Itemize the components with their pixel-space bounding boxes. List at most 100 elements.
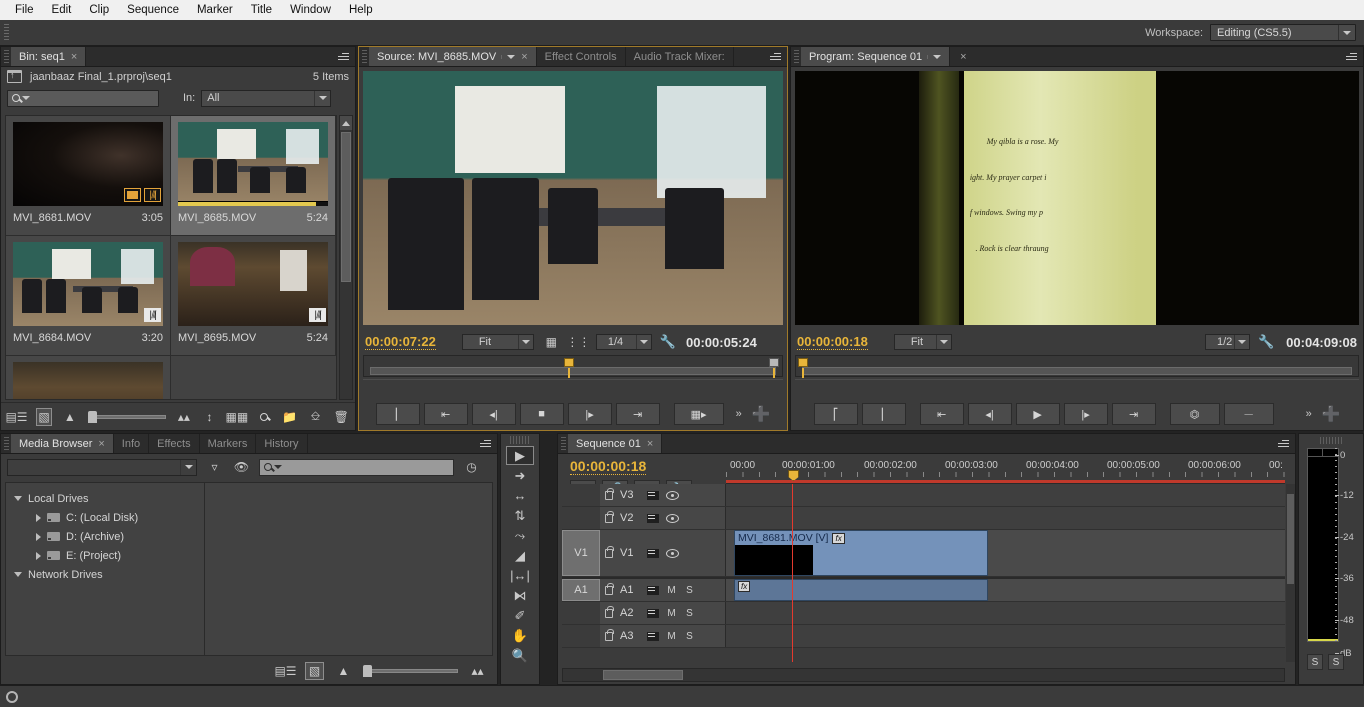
track-select-tool-icon[interactable]: ➜: [506, 466, 534, 485]
track-output-icon[interactable]: [647, 513, 659, 523]
chevron-down-icon[interactable]: [1233, 335, 1249, 349]
tab-sequence-01[interactable]: Sequence 01 ×: [568, 434, 663, 453]
scrubber-track[interactable]: [802, 367, 1352, 375]
thumbnail-scrubber[interactable]: [178, 201, 328, 206]
zoom-tool-icon[interactable]: 🔍: [506, 646, 534, 665]
lock-icon[interactable]: [605, 605, 614, 618]
find-icon[interactable]: [256, 408, 272, 426]
more-options-icon[interactable]: »: [736, 408, 742, 420]
chevron-down-icon[interactable]: [1338, 25, 1355, 40]
workspace-selector[interactable]: Editing (CS5.5): [1210, 24, 1356, 41]
panel-grip-icon[interactable]: [510, 436, 530, 444]
source-scrubber[interactable]: [363, 355, 783, 378]
parent-folder-icon[interactable]: [7, 70, 22, 83]
thumbnail-zoom-slider[interactable]: [363, 665, 458, 677]
tree-item-local-drives[interactable]: Local Drives: [6, 489, 204, 508]
track-row-a2[interactable]: A2 M S: [562, 602, 1285, 625]
panel-grip-icon[interactable]: [1320, 437, 1342, 444]
panel-grip-icon[interactable]: [4, 50, 9, 63]
track-content-a3[interactable]: [726, 625, 1285, 647]
chevron-down-icon[interactable]: [927, 54, 942, 59]
media-browser-panel-menu-button[interactable]: [474, 434, 497, 453]
bin-clip-item[interactable]: MVI_8685.MOV 5:24: [171, 116, 336, 236]
track-content-v1[interactable]: MVI_8681.MOV [V] fx: [726, 530, 1285, 576]
close-icon[interactable]: ×: [521, 51, 527, 63]
lock-icon[interactable]: [605, 545, 614, 558]
delete-icon[interactable]: 🗑: [333, 408, 349, 426]
track-header-v1[interactable]: V1: [600, 530, 726, 576]
zoom-out-icon[interactable]: ▲: [334, 662, 353, 680]
audio-waveform-icon[interactable]: ⋮⋮: [566, 333, 590, 351]
chevron-down-icon[interactable]: [936, 335, 951, 349]
button-editor-icon[interactable]: ➕: [752, 405, 771, 423]
set-in-point-button[interactable]: ⎢: [375, 403, 420, 425]
go-to-out-button[interactable]: ⇥: [1111, 403, 1156, 425]
source-target-v2[interactable]: [562, 507, 600, 529]
timeline-horizontal-scrollbar[interactable]: [562, 668, 1285, 682]
timeline-panel-menu-button[interactable]: [1272, 434, 1295, 453]
track-row-v2[interactable]: V2: [562, 507, 1285, 530]
menu-item-file[interactable]: File: [6, 2, 43, 18]
track-header-v2[interactable]: V2: [600, 507, 726, 529]
solo-button[interactable]: S: [684, 631, 695, 642]
source-quality-selector[interactable]: 1/4: [595, 334, 652, 350]
source-monitor-video[interactable]: [363, 71, 783, 325]
track-row-v3[interactable]: V3: [562, 484, 1285, 507]
ripple-edit-tool-icon[interactable]: ↔: [506, 486, 534, 505]
scrollbar-thumb[interactable]: [603, 670, 683, 680]
scrollbar-thumb[interactable]: [341, 132, 351, 282]
close-icon[interactable]: ×: [647, 438, 653, 450]
bin-clip-item[interactable]: |⦀| MVI_8681.MOV 3:05: [6, 116, 171, 236]
audio-waveform-badge-icon[interactable]: |⦀|: [309, 308, 326, 322]
new-bin-icon[interactable]: 📁: [282, 408, 298, 426]
go-to-in-button[interactable]: ⇤: [919, 403, 964, 425]
menu-item-edit[interactable]: Edit: [43, 2, 81, 18]
settings-wrench-icon[interactable]: 🔧: [1258, 334, 1274, 350]
lock-icon[interactable]: [605, 510, 614, 523]
lock-icon[interactable]: [605, 487, 614, 500]
lock-icon[interactable]: [605, 628, 614, 641]
audio-waveform-badge-icon[interactable]: |⦀|: [144, 308, 161, 322]
pen-tool-icon[interactable]: ✐: [506, 606, 534, 625]
settings-wrench-icon[interactable]: 🔧: [660, 334, 676, 350]
new-item-icon[interactable]: ⎒: [308, 408, 324, 426]
slide-tool-icon[interactable]: ⧑: [506, 586, 534, 605]
eye-icon[interactable]: 👁: [232, 458, 251, 476]
tab-program-monitor[interactable]: Program: Sequence 01: [801, 47, 951, 66]
menu-item-clip[interactable]: Clip: [80, 2, 118, 18]
media-browser-search-input[interactable]: [259, 458, 454, 476]
tab-effects[interactable]: Effects: [149, 434, 200, 453]
meter-solo-button-left[interactable]: S: [1307, 654, 1323, 670]
tab-markers[interactable]: Markers: [199, 434, 257, 453]
timeline-ruler[interactable]: 00:00 00:00:01:00 00:00:02:00 00:00:03:0…: [726, 458, 1285, 484]
close-icon[interactable]: ×: [960, 51, 966, 63]
chevron-right-icon[interactable]: [36, 513, 41, 522]
more-options-icon[interactable]: »: [1306, 408, 1312, 420]
zoom-out-icon[interactable]: ▲: [62, 408, 78, 426]
solo-button[interactable]: S: [684, 608, 695, 619]
chevron-right-icon[interactable]: [36, 532, 41, 541]
tree-item-drive-e[interactable]: E: (Project): [6, 546, 204, 565]
timeline-vertical-scrollbar[interactable]: [1286, 484, 1295, 662]
source-target-v1[interactable]: V1: [562, 530, 600, 576]
chevron-down-icon[interactable]: [517, 335, 533, 349]
bin-panel-menu-button[interactable]: [332, 47, 355, 66]
menu-item-title[interactable]: Title: [242, 2, 281, 18]
timeline-playhead-timecode[interactable]: 00:00:00:18: [570, 458, 647, 475]
icon-view-icon[interactable]: ▧: [36, 407, 53, 426]
track-row-a3[interactable]: A3 M S: [562, 625, 1285, 648]
tab-bin-seq1[interactable]: Bin: seq1 ×: [11, 47, 87, 66]
fx-badge-icon[interactable]: fx: [738, 581, 751, 592]
tab-source-monitor[interactable]: Source: MVI_8685.MOV ×: [369, 47, 537, 66]
panel-grip-icon[interactable]: [794, 50, 799, 63]
track-row-a1[interactable]: A1 A1 M S fx: [562, 577, 1285, 602]
panel-grip-icon[interactable]: [561, 437, 566, 450]
timeline-clip-a1[interactable]: fx: [734, 579, 988, 601]
sort-icon[interactable]: ↕: [202, 408, 218, 426]
step-forward-button[interactable]: ⇥: [615, 403, 660, 425]
lift-button[interactable]: ⏣: [1169, 403, 1220, 425]
program-playhead[interactable]: [798, 358, 808, 378]
clip-thumbnail[interactable]: [178, 122, 328, 206]
track-output-icon[interactable]: [647, 631, 659, 641]
filter-icon[interactable]: ▿: [205, 458, 224, 476]
